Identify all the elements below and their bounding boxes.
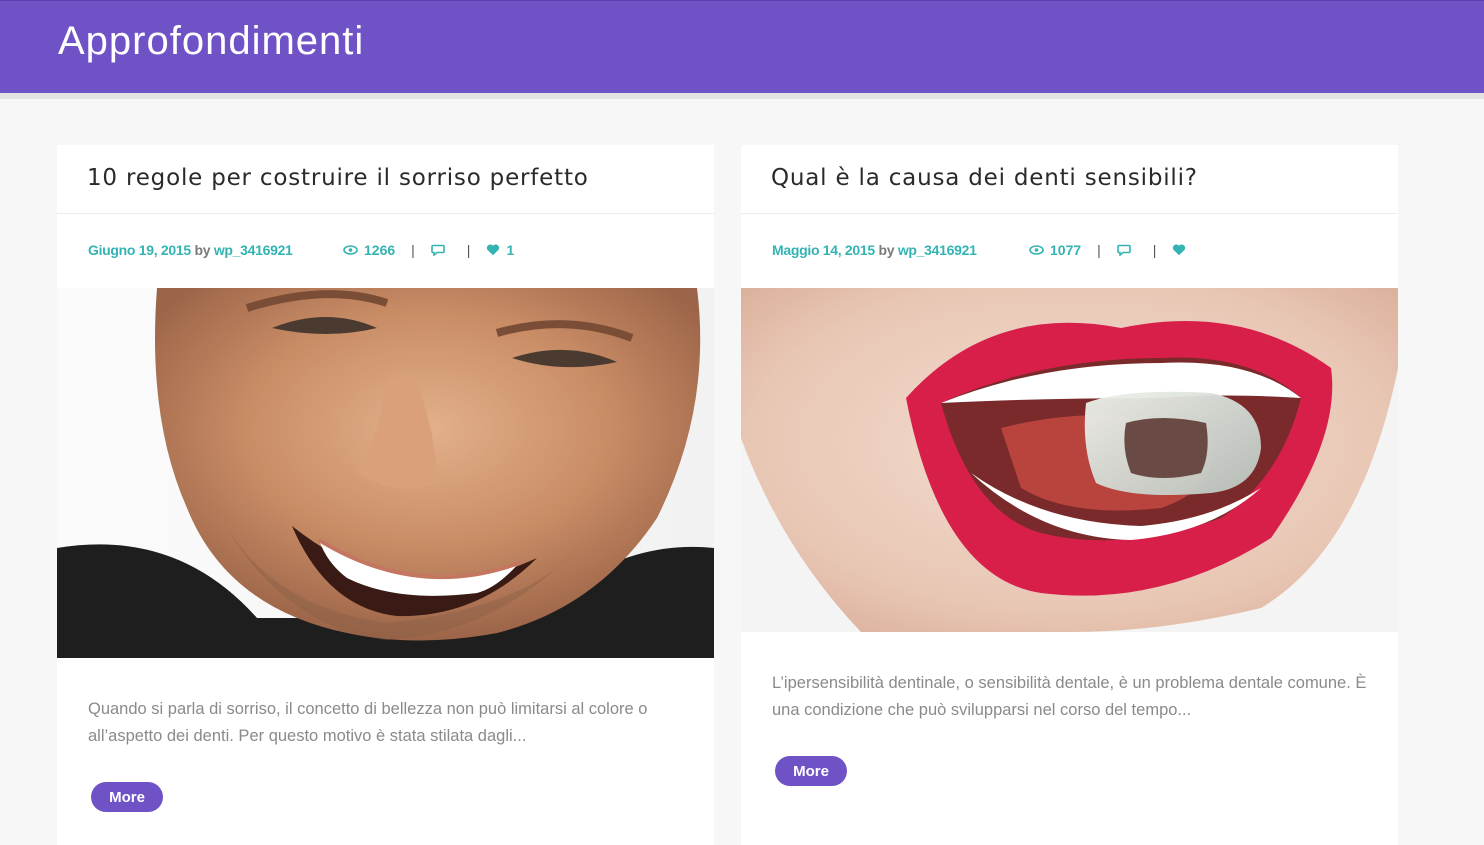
post-title[interactable]: 10 regole per costruire il sorriso perfe… (87, 165, 589, 191)
eye-icon (1029, 245, 1044, 255)
post-meta: Giugno 19, 2015 by wp_3416921 (88, 242, 293, 258)
post-author[interactable]: wp_3416921 (214, 242, 293, 258)
page-title: Approfondimenti (58, 19, 365, 63)
post-card: Qual è la causa dei denti sensibili? Mag… (741, 145, 1398, 845)
comment-icon[interactable] (1116, 244, 1131, 256)
separator: | (466, 242, 471, 258)
separator: | (411, 242, 415, 258)
page-header: Approfondimenti (0, 0, 1484, 93)
card-divider (57, 213, 714, 214)
smiling-man-photo (57, 288, 714, 658)
post-stats: 1266 | | 1 (343, 242, 514, 258)
post-stats: 1077 | | (1029, 242, 1192, 258)
post-excerpt: Quando si parla di sorriso, il concetto … (88, 700, 648, 745)
red-lips-ice-cube-photo (741, 288, 1398, 632)
header-shadow (0, 93, 1484, 99)
post-card: 10 regole per costruire il sorriso perfe… (57, 145, 714, 845)
post-author[interactable]: wp_3416921 (898, 242, 977, 258)
heart-icon[interactable] (486, 244, 500, 256)
by-label: by (194, 242, 211, 258)
separator: | (1152, 242, 1157, 258)
post-image[interactable] (57, 288, 714, 658)
likes-count: 1 (506, 242, 515, 258)
post-title[interactable]: Qual è la causa dei denti sensibili? (771, 165, 1198, 191)
post-image[interactable] (741, 288, 1398, 632)
post-date[interactable]: Giugno 19, 2015 (88, 242, 191, 258)
post-date[interactable]: Maggio 14, 2015 (772, 242, 875, 258)
post-excerpt: L’ipersensibilità dentinale, o sensibili… (772, 674, 1367, 719)
more-button[interactable]: More (91, 782, 163, 812)
heart-icon[interactable] (1172, 244, 1186, 256)
post-meta: Maggio 14, 2015 by wp_3416921 (772, 242, 977, 258)
views-count: 1266 (364, 242, 396, 258)
separator: | (1097, 242, 1101, 258)
more-button[interactable]: More (775, 756, 847, 786)
card-divider (741, 213, 1398, 214)
eye-icon (343, 245, 358, 255)
comment-icon[interactable] (430, 244, 445, 256)
views-count: 1077 (1050, 242, 1082, 258)
by-label: by (878, 242, 895, 258)
